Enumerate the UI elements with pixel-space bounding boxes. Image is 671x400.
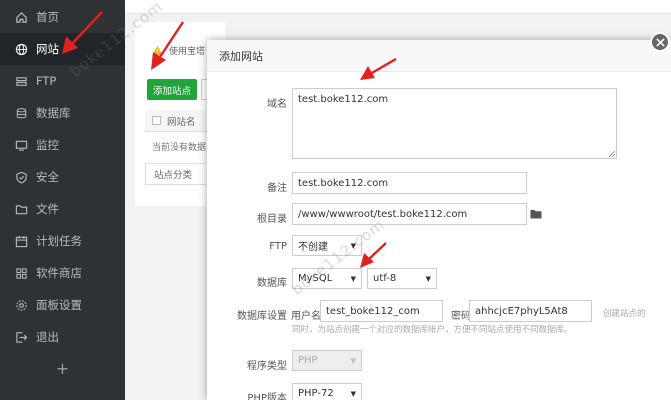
sidebar-item-cron[interactable]: 计划任务 <box>0 225 125 257</box>
remark-label: 备注 <box>267 183 287 194</box>
settings-icon <box>14 298 28 312</box>
sidebar-item-label: 计划任务 <box>36 234 82 248</box>
database-label: 数据库 <box>257 278 287 289</box>
resize-handle-icon[interactable] <box>609 151 615 157</box>
calendar-icon <box>14 234 28 248</box>
sidebar-item-settings[interactable]: 面板设置 <box>0 289 125 321</box>
chevron-down-icon: ▼ <box>350 274 356 283</box>
chevron-down-icon: ▼ <box>350 389 356 398</box>
sidebar-item-label: 文件 <box>36 202 59 216</box>
sidebar-item-monitor[interactable]: 监控 <box>0 129 125 161</box>
table-header: 网站名 <box>145 110 210 132</box>
sidebar-item-label: 软件商店 <box>36 266 82 280</box>
sidebar-item-label: 首页 <box>36 10 59 24</box>
close-icon <box>655 37 665 47</box>
sidebar: 首页 网站 FTP 数据库 监控 安全 文件 计划任务 软件商店 面板设置 退出… <box>0 0 125 400</box>
folder-browse-icon[interactable] <box>530 209 542 219</box>
php-version-value: PHP-72 <box>298 388 334 399</box>
site-category-label: 站点分类 <box>145 163 210 185</box>
home-icon <box>14 10 28 24</box>
chevron-down-icon: ▼ <box>425 274 431 283</box>
ftp-icon <box>14 74 28 88</box>
database-charset-select[interactable]: utf-8 ▼ <box>367 268 437 289</box>
db-username-label: 用户名 <box>291 311 321 322</box>
db-hint-text: 同时，为站点创建一个对应的数据库帐户，方便不同站点使用不同数据库。 <box>292 325 573 335</box>
shield-icon <box>14 170 28 184</box>
sidebar-item-label: 安全 <box>36 170 59 184</box>
column-site-name: 网站名 <box>167 116 196 128</box>
globe-icon <box>14 42 28 56</box>
grid-icon <box>14 266 28 280</box>
ftp-label: FTP <box>269 241 287 252</box>
monitor-icon <box>14 138 28 152</box>
sidebar-add-button[interactable]: + <box>0 359 125 378</box>
php-version-label: PHP版本 <box>247 393 287 400</box>
sidebar-item-security[interactable]: 安全 <box>0 161 125 193</box>
db-settings-label: 数据库设置 <box>237 311 287 322</box>
remark-input[interactable]: test.boke112.com <box>292 172 527 194</box>
sidebar-item-ftp[interactable]: FTP <box>0 65 125 97</box>
empty-state-text: 当前没有数据 <box>152 143 207 153</box>
program-type-value: PHP <box>298 355 318 366</box>
annotation-arrow <box>360 57 397 80</box>
domain-textarea[interactable]: test.boke112.com <box>292 88 617 159</box>
sidebar-item-label: 退出 <box>36 330 59 344</box>
add-site-dialog: 添加网站 域名 test.boke112.com 备注 test.boke112… <box>207 40 671 400</box>
annotation-arrow <box>360 242 387 268</box>
db-side-hint: 创建站点的 <box>603 309 646 319</box>
database-charset-value: utf-8 <box>373 273 397 284</box>
logout-icon <box>14 330 28 344</box>
program-type-select: PHP ▼ <box>292 350 362 371</box>
php-version-select[interactable]: PHP-72 ▼ <box>292 383 362 400</box>
ftp-select-value: 不创建 <box>298 242 328 253</box>
annotation-arrow <box>62 11 103 54</box>
db-username-input[interactable]: test_boke112_com <box>320 300 443 322</box>
select-all-checkbox[interactable] <box>152 116 161 125</box>
domain-value: test.boke112.com <box>298 94 389 105</box>
program-type-label: 程序类型 <box>247 361 287 372</box>
sidebar-item-label: FTP <box>36 74 57 88</box>
sidebar-item-label: 数据库 <box>36 106 71 120</box>
root-dir-label: 根目录 <box>257 214 287 225</box>
sidebar-item-database[interactable]: 数据库 <box>0 97 125 129</box>
sidebar-item-label: 监控 <box>36 138 59 152</box>
dialog-title: 添加网站 <box>207 40 671 72</box>
top-bar <box>125 0 671 14</box>
add-site-button[interactable]: 添加站点 <box>147 79 197 100</box>
root-dir-input[interactable]: /www/wwwroot/test.boke112.com <box>292 203 527 225</box>
sidebar-item-store[interactable]: 软件商店 <box>0 257 125 289</box>
domain-label: 域名 <box>267 99 287 110</box>
annotation-arrow <box>151 21 185 70</box>
close-dialog-button[interactable] <box>650 32 670 52</box>
sidebar-item-label: 网站 <box>36 42 59 56</box>
sidebar-item-files[interactable]: 文件 <box>0 193 125 225</box>
database-icon <box>14 106 28 120</box>
chevron-down-icon: ▼ <box>350 356 356 365</box>
sidebar-item-logout[interactable]: 退出 <box>0 321 125 353</box>
folder-icon <box>14 202 28 216</box>
sidebar-item-label: 面板设置 <box>36 298 82 312</box>
db-password-input[interactable]: ahhcjcE7phyL5At8 <box>469 300 592 322</box>
